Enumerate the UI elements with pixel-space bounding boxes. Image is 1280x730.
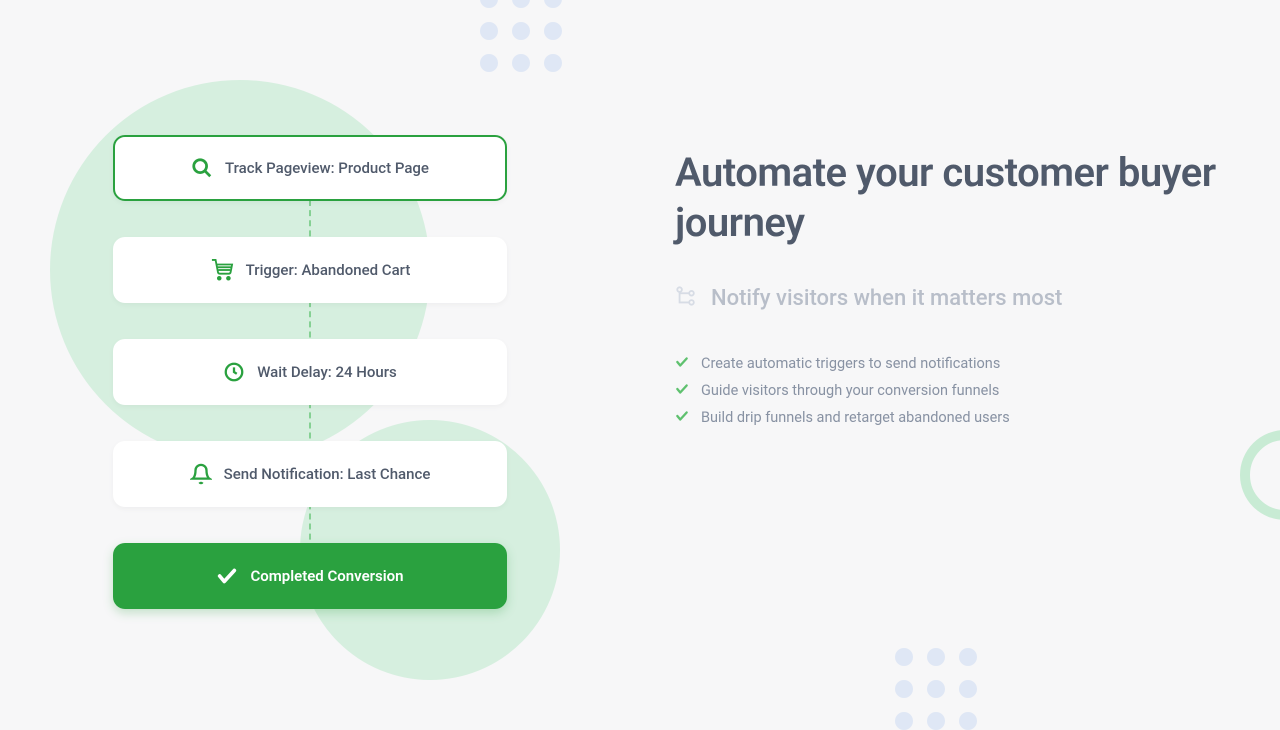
search-icon xyxy=(191,157,213,179)
benefit-item: Create automatic triggers to send notifi… xyxy=(675,354,1220,373)
step-label: Trigger: Abandoned Cart xyxy=(246,261,411,279)
bell-icon xyxy=(190,463,212,485)
benefit-item: Guide visitors through your conversion f… xyxy=(675,381,1220,400)
benefit-text: Guide visitors through your conversion f… xyxy=(701,382,999,399)
check-icon xyxy=(675,381,689,400)
subtitle-row: Notify visitors when it matters most xyxy=(675,284,1220,312)
check-icon xyxy=(216,565,238,587)
workflow-step-notify: Send Notification: Last Chance xyxy=(113,441,507,507)
check-icon xyxy=(675,408,689,427)
benefit-item: Build drip funnels and retarget abandone… xyxy=(675,408,1220,427)
content-section: Automate your customer buyer journey Not… xyxy=(620,0,1280,720)
workflow-step-wait: Wait Delay: 24 Hours xyxy=(113,339,507,405)
cart-icon xyxy=(210,259,234,281)
clock-icon xyxy=(223,361,245,383)
check-icon xyxy=(675,354,689,373)
step-label: Completed Conversion xyxy=(250,567,403,585)
workflow-step-track-pageview: Track Pageview: Product Page xyxy=(113,135,507,201)
benefit-text: Build drip funnels and retarget abandone… xyxy=(701,409,1010,426)
subtitle: Notify visitors when it matters most xyxy=(711,286,1062,311)
flow-icon xyxy=(675,284,697,312)
benefit-text: Create automatic triggers to send notifi… xyxy=(701,355,1000,372)
workflow-diagram: Track Pageview: Product Page Trigger: Ab… xyxy=(0,0,620,720)
page-title: Automate your customer buyer journey xyxy=(675,148,1220,248)
step-label: Wait Delay: 24 Hours xyxy=(257,363,397,381)
step-label: Send Notification: Last Chance xyxy=(224,465,431,483)
workflow-step-trigger: Trigger: Abandoned Cart xyxy=(113,237,507,303)
benefit-list: Create automatic triggers to send notifi… xyxy=(675,354,1220,427)
step-label: Track Pageview: Product Page xyxy=(225,159,429,177)
workflow-step-complete: Completed Conversion xyxy=(113,543,507,609)
